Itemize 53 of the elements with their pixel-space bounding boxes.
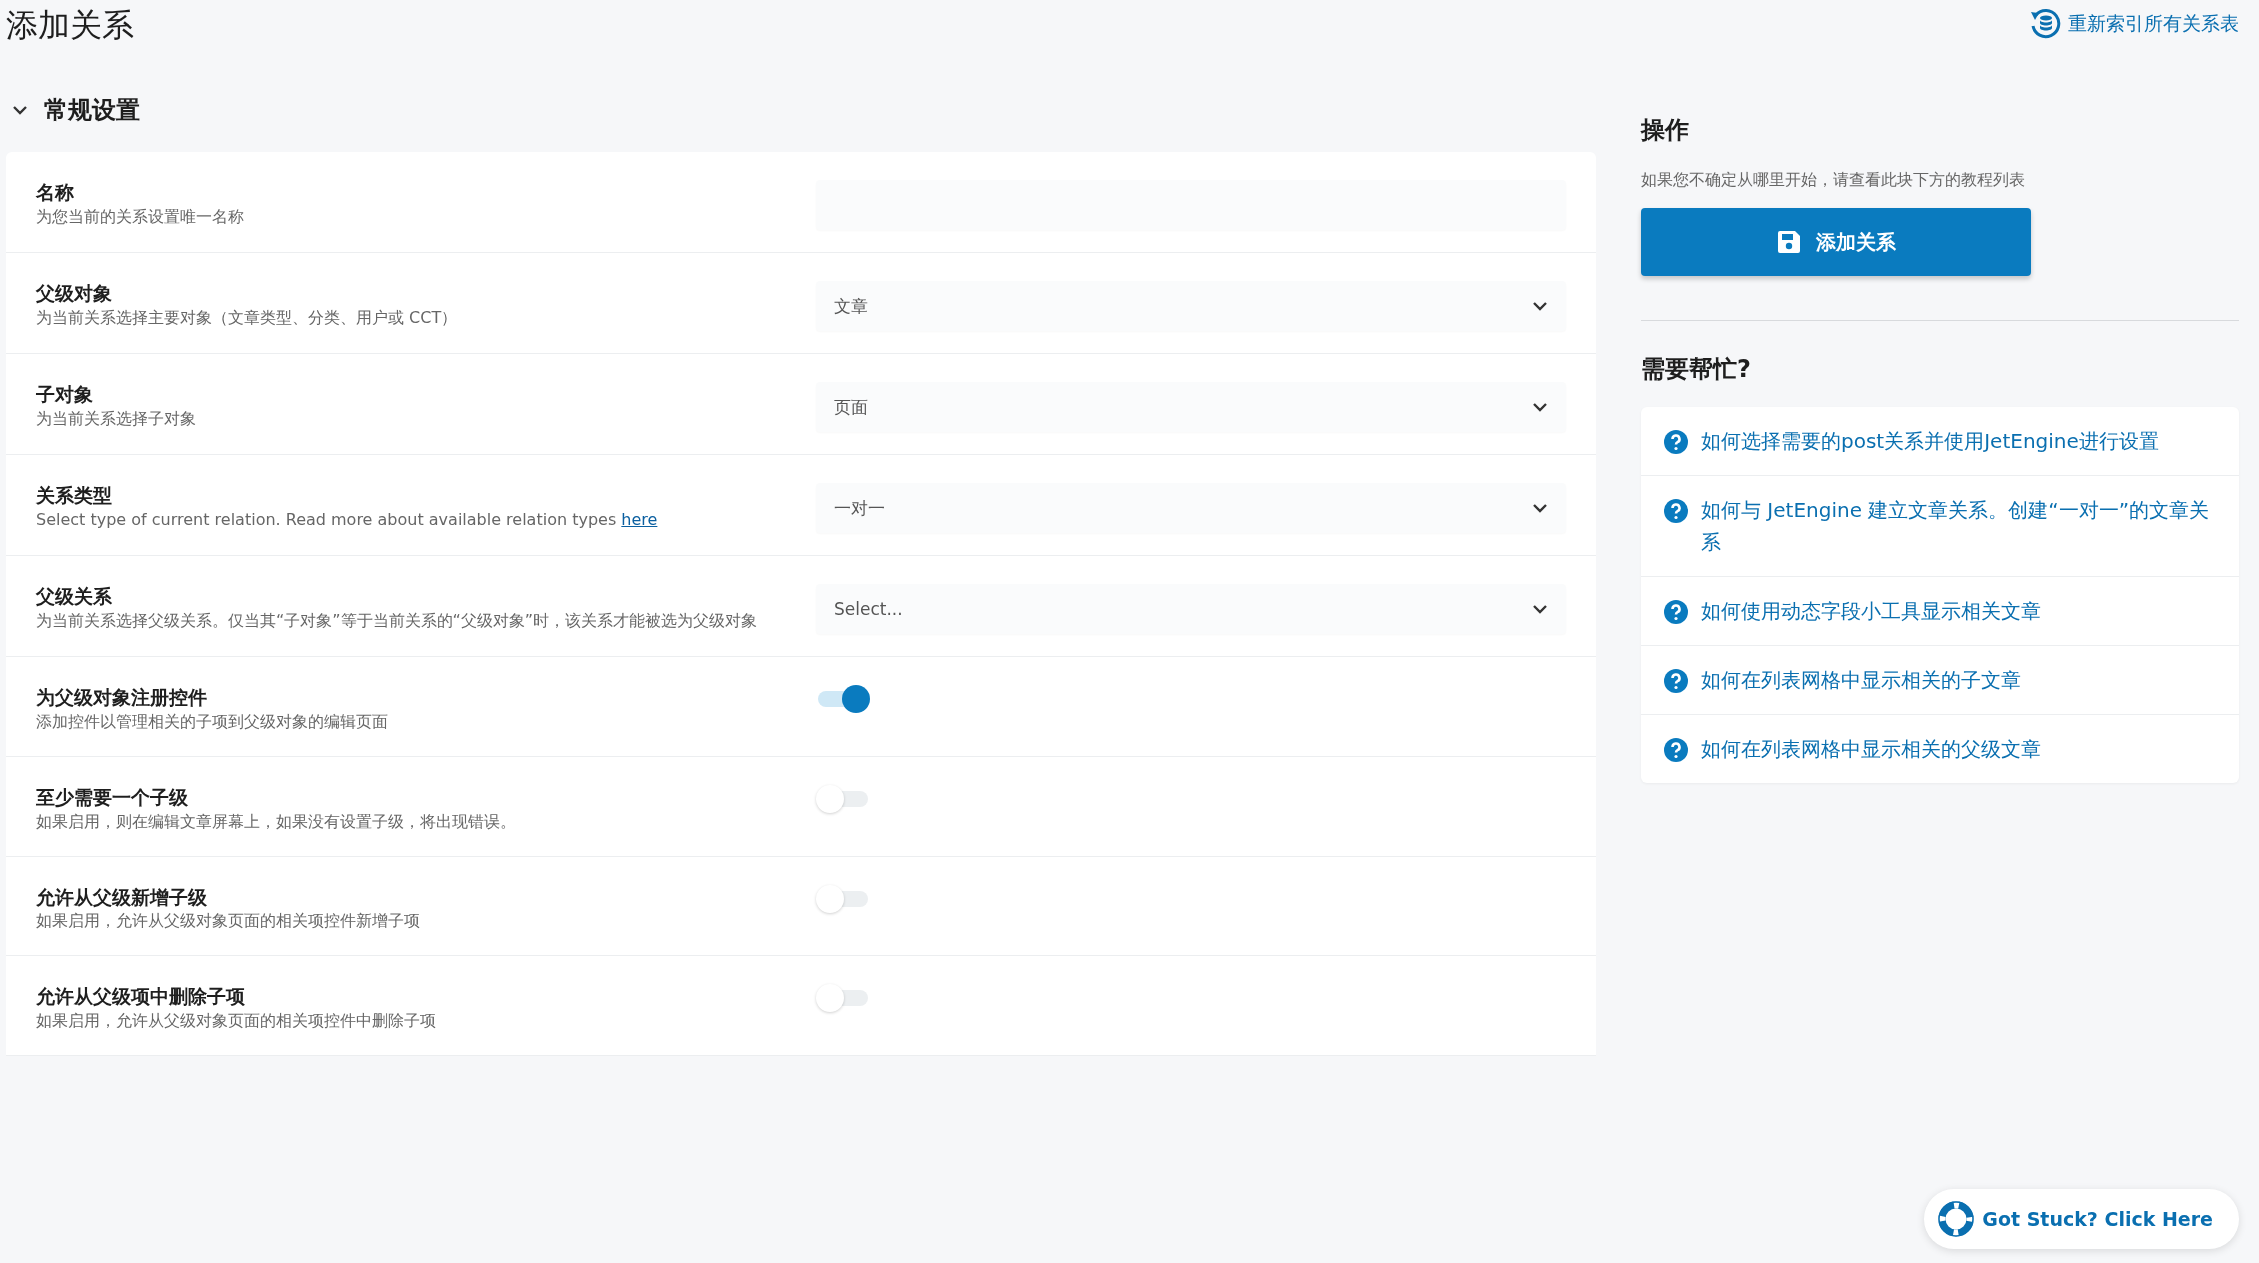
field-label: 父级关系 (36, 584, 113, 610)
field-label: 名称 (36, 180, 75, 206)
field-description: Select type of current relation. Read more about available relation types here (36, 509, 659, 532)
toggle-switch[interactable] (816, 984, 870, 1011)
question-icon (1663, 599, 1689, 625)
field-description: 为您当前的关系设置唯一名称 (36, 206, 245, 229)
field-description: 如果启用，允许从父级对象页面的相关项控件新增子项 (36, 910, 421, 933)
chevron-icon (1532, 402, 1548, 413)
actions-description: 如果您不确定从哪里开始，请查看此块下方的教程列表 (1641, 169, 2026, 191)
question-icon (1663, 737, 1689, 763)
field-description: 为当前关系选择主要对象（文章类型、分类、用户或 CCT） (36, 307, 459, 330)
help-link[interactable]: 如何使用动态字段小工具显示相关文章 (1641, 577, 2239, 646)
help-link[interactable]: 如何选择需要的post关系并使用JetEngine进行设置 (1641, 407, 2239, 476)
toggle-switch[interactable] (816, 685, 870, 712)
field-description: 为当前关系选择子对象 (36, 408, 197, 431)
field-description: 添加控件以管理相关的子项到父级对象的编辑页面 (36, 711, 389, 734)
field-label: 为父级对象注册控件 (36, 685, 208, 711)
field-description: 如果启用，则在编辑文章屏幕上，如果没有设置子级，将出现错误。 (36, 810, 517, 833)
help-link[interactable]: 如何在列表网格中显示相关的父级文章 (1641, 715, 2239, 783)
question-icon (1663, 668, 1689, 694)
field-label: 关系类型 (36, 483, 113, 509)
help-title: 需要帮忙? (1641, 354, 1752, 385)
field-label: 至少需要一个子级 (36, 785, 189, 810)
field-description: 为当前关系选择父级关系。仅当其“子对象”等于当前关系的“父级对象”时，该关系才能被选为父级对象 (36, 610, 759, 633)
save-icon (1776, 229, 1802, 255)
reindex-icon (2028, 6, 2062, 40)
chevron-icon (1532, 503, 1548, 514)
field-label: 允许从父级项中删除子项 (36, 984, 246, 1010)
chevron-icon (1532, 604, 1548, 615)
reindex-link[interactable]: 重新索引所有关系表 (2028, 6, 2239, 40)
select-field[interactable]: 页面 (816, 382, 1566, 433)
field-label: 允许从父级新增子级 (36, 884, 208, 910)
question-icon (1663, 429, 1689, 455)
section-title: 常规设置 (44, 95, 140, 127)
add-relation-button[interactable]: 添加关系 (1641, 208, 2031, 276)
select-field[interactable]: Select... (816, 584, 1566, 635)
select-field[interactable]: 一对一 (816, 483, 1566, 534)
field-description: 如果启用，允许从父级对象页面的相关项控件中删除子项 (36, 1010, 437, 1033)
select-field[interactable]: 文章 (816, 281, 1566, 332)
help-link[interactable]: 如何与 JetEngine 建立文章关系。创建“一对一”的文章关系 (1641, 476, 2239, 577)
help-link[interactable]: here (621, 510, 658, 530)
help-button[interactable]: Got Stuck? Click Here (1924, 1189, 2239, 1249)
field-label: 子对象 (36, 382, 94, 408)
toggle-switch[interactable] (816, 785, 870, 812)
field-label: 父级对象 (36, 281, 113, 307)
help-link[interactable]: 如何在列表网格中显示相关的子文章 (1641, 646, 2239, 715)
actions-title: 操作 (1641, 115, 1690, 146)
chevron-icon[interactable] (12, 105, 28, 116)
lifebuoy-icon (1938, 1201, 1975, 1237)
page-title: 添加关系 (6, 6, 135, 45)
toggle-switch[interactable] (816, 884, 870, 911)
chevron-icon (1532, 301, 1548, 312)
question-icon (1663, 498, 1689, 524)
